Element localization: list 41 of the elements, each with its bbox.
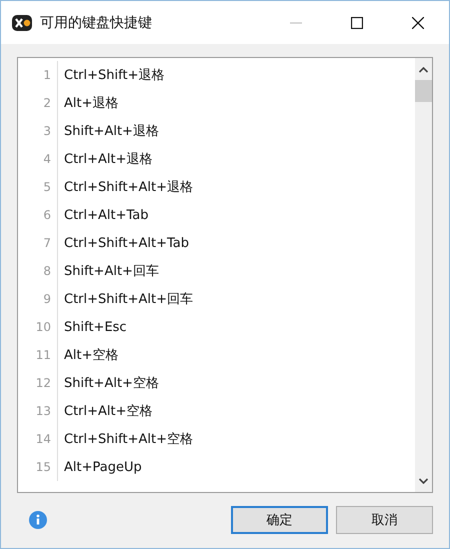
shortcut-text[interactable]: Alt+空格 xyxy=(58,346,118,364)
info-icon[interactable] xyxy=(29,510,47,528)
line-number: 3 xyxy=(18,117,58,145)
shortcut-text[interactable]: Ctrl+Alt+退格 xyxy=(58,150,153,168)
line-number: 1 xyxy=(18,61,58,89)
shortcut-text[interactable]: Ctrl+Shift+Alt+Tab xyxy=(58,236,189,250)
window-title: 可用的键盘快捷键 xyxy=(40,14,153,32)
line-number: 13 xyxy=(18,397,58,425)
shortcut-text[interactable]: Ctrl+Alt+空格 xyxy=(58,402,153,420)
line-number: 6 xyxy=(18,201,58,229)
scroll-up-icon[interactable] xyxy=(419,67,428,73)
shortcut-text[interactable]: Ctrl+Shift+退格 xyxy=(58,66,164,84)
shortcut-text[interactable]: Ctrl+Shift+Alt+空格 xyxy=(58,430,193,448)
line-number: 14 xyxy=(18,425,58,453)
scrollbar-thumb[interactable] xyxy=(415,80,432,102)
line-number: 10 xyxy=(18,313,58,341)
shortcut-text[interactable]: Shift+Alt+退格 xyxy=(58,122,159,140)
shortcut-text[interactable]: Shift+Alt+回车 xyxy=(58,262,159,280)
line-number: 8 xyxy=(18,257,58,285)
shortcut-text[interactable]: Ctrl+Shift+Alt+退格 xyxy=(58,178,193,196)
maximize-icon[interactable] xyxy=(351,16,363,28)
shortcut-text[interactable]: Ctrl+Shift+Alt+回车 xyxy=(58,290,193,308)
line-number: 2 xyxy=(18,89,58,117)
line-number: 7 xyxy=(18,229,58,257)
app-logo-icon xyxy=(12,14,32,30)
shortcut-text[interactable]: Alt+退格 xyxy=(58,94,118,112)
line-number: 15 xyxy=(18,453,58,481)
shortcut-text[interactable]: Ctrl+Alt+Tab xyxy=(58,208,149,222)
line-number: 5 xyxy=(18,173,58,201)
shortcut-text[interactable]: Alt+PageUp xyxy=(58,460,142,474)
scrollbar[interactable] xyxy=(415,58,432,492)
line-number: 4 xyxy=(18,145,58,173)
line-number: 9 xyxy=(18,285,58,313)
shortcut-text[interactable]: Shift+Esc xyxy=(58,320,127,334)
scroll-down-icon[interactable] xyxy=(419,478,428,484)
close-icon[interactable] xyxy=(412,16,424,28)
dialog-button[interactable]: 取消 xyxy=(336,506,433,534)
dialog-button[interactable]: 确定 xyxy=(231,506,328,534)
shortcut-text[interactable]: Shift+Alt+空格 xyxy=(58,374,159,392)
line-number: 11 xyxy=(18,341,58,369)
line-number: 12 xyxy=(18,369,58,397)
